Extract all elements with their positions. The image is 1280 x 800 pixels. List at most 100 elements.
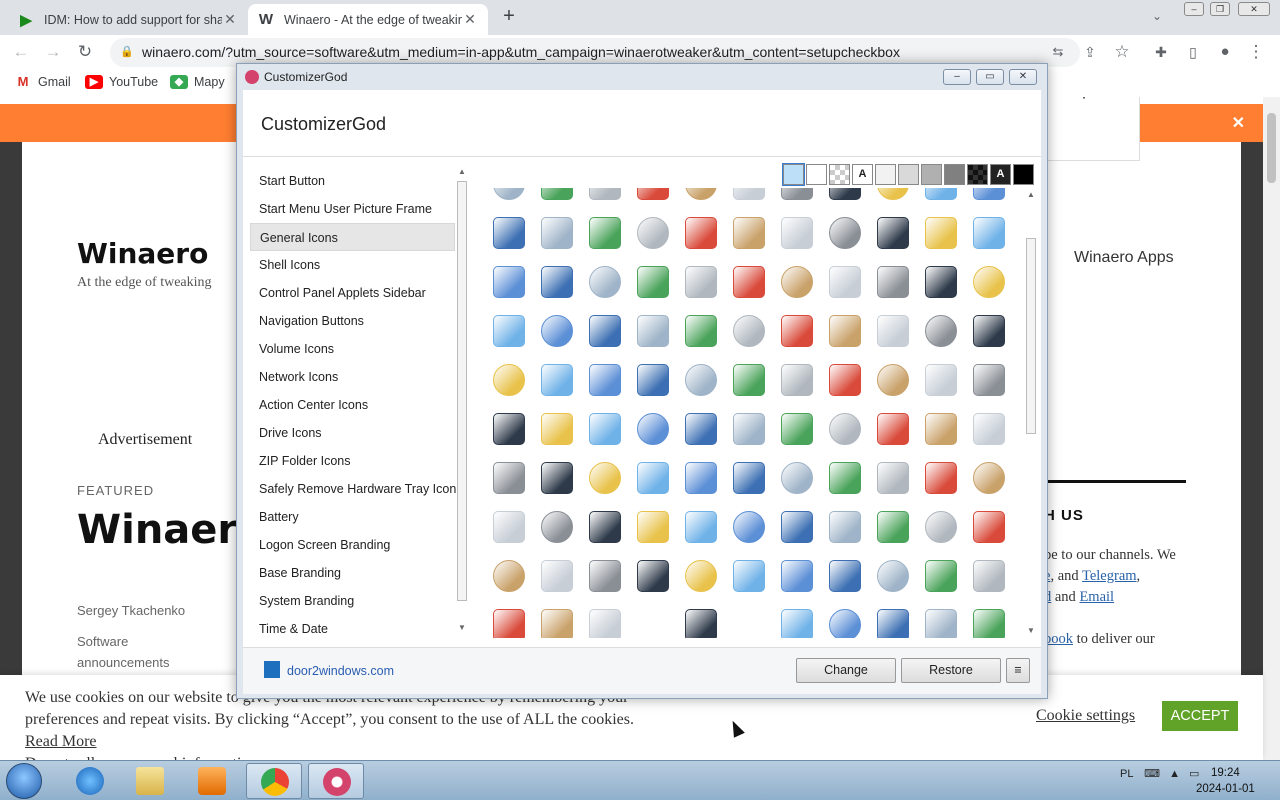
tab-search-icon[interactable]: ⌄ — [1152, 9, 1162, 23]
tray-expand-icon[interactable]: ▲ — [1169, 768, 1180, 780]
bookmark-youtube[interactable]: ▶ YouTube — [85, 75, 158, 89]
taskbar-media[interactable] — [184, 763, 240, 799]
tab-idm[interactable]: ▶ IDM: How to add support for sha ✕ — [8, 4, 248, 35]
swatch[interactable] — [1013, 164, 1034, 185]
scroll-thumb[interactable] — [1267, 113, 1276, 183]
icon-tile[interactable] — [829, 560, 861, 592]
icon-tile[interactable] — [733, 462, 765, 494]
bookmark-gmail[interactable]: M Gmail — [14, 75, 71, 89]
icon-tile[interactable] — [781, 364, 813, 396]
icon-tile[interactable] — [781, 315, 813, 347]
icon-tile[interactable] — [733, 188, 765, 200]
icon-tile[interactable] — [877, 462, 909, 494]
category-item[interactable]: Drive Icons — [250, 419, 455, 447]
icon-tile[interactable] — [637, 315, 669, 347]
icon-tile[interactable] — [733, 217, 765, 249]
icon-tile[interactable] — [877, 511, 909, 543]
icon-tile[interactable] — [829, 217, 861, 249]
icon-tile[interactable] — [973, 560, 1005, 592]
restore-button[interactable]: Restore — [901, 658, 1001, 683]
icon-tile[interactable] — [493, 315, 525, 347]
icon-tile[interactable] — [493, 511, 525, 543]
category-item[interactable]: Battery — [250, 503, 455, 531]
icon-tile[interactable] — [925, 217, 957, 249]
swatch[interactable] — [967, 164, 988, 185]
icon-tile[interactable] — [973, 217, 1005, 249]
icon-tile[interactable] — [541, 188, 573, 200]
popup-close-icon[interactable]: ✕ — [1106, 97, 1123, 104]
icon-tile[interactable] — [589, 364, 621, 396]
icon-tile[interactable] — [637, 266, 669, 298]
icon-tile[interactable] — [829, 364, 861, 396]
taskbar-customizergod[interactable] — [308, 763, 364, 799]
icon-tile[interactable] — [685, 364, 717, 396]
icon-tile[interactable] — [637, 364, 669, 396]
close-tab-icon[interactable]: ✕ — [462, 11, 478, 28]
translate-icon[interactable]: ⇆ — [1047, 41, 1069, 63]
icon-tile[interactable] — [973, 462, 1005, 494]
icon-tile[interactable] — [685, 511, 717, 543]
icon-tile[interactable] — [589, 315, 621, 347]
icon-tile[interactable] — [685, 462, 717, 494]
facebook-link[interactable]: book — [1044, 631, 1073, 647]
icon-tile[interactable] — [637, 462, 669, 494]
swatch[interactable] — [921, 164, 942, 185]
icon-tile[interactable] — [781, 413, 813, 445]
icon-tile[interactable] — [637, 217, 669, 249]
icon-tile[interactable] — [733, 511, 765, 543]
app-maximize-button[interactable]: ▭ — [976, 69, 1004, 85]
icon-tile[interactable] — [589, 462, 621, 494]
read-more-link[interactable]: Read More — [25, 733, 97, 750]
icon-tile[interactable] — [829, 188, 861, 200]
menu-dots-icon[interactable]: ⋮ — [1245, 41, 1267, 63]
icon-tile[interactable] — [877, 364, 909, 396]
close-banner-icon[interactable]: ✕ — [1232, 113, 1245, 133]
category-item[interactable]: Network Icons — [250, 363, 455, 391]
icon-tile[interactable] — [541, 560, 573, 592]
icon-tile[interactable] — [973, 315, 1005, 347]
icon-tile[interactable] — [973, 266, 1005, 298]
icon-tile[interactable] — [781, 560, 813, 592]
icon-tile[interactable] — [829, 266, 861, 298]
category-item[interactable]: Safely Remove Hardware Tray Icon — [250, 475, 456, 503]
restore-button[interactable]: ❐ — [1210, 2, 1230, 16]
swatch[interactable]: A — [852, 164, 873, 185]
minimize-button[interactable]: – — [1184, 2, 1204, 16]
scroll-up-icon[interactable]: ▲ — [1027, 190, 1035, 199]
icon-tile[interactable] — [925, 364, 957, 396]
profile-icon[interactable]: ● — [1214, 41, 1236, 63]
icon-tile[interactable] — [493, 266, 525, 298]
icon-scroll-thumb[interactable] — [1026, 238, 1036, 434]
icon-tile[interactable] — [685, 609, 717, 638]
category-item[interactable]: Navigation Buttons — [250, 307, 455, 335]
category-item[interactable]: Action Center Icons — [250, 391, 455, 419]
forward-icon[interactable]: → — [42, 41, 64, 63]
icon-tile[interactable] — [493, 560, 525, 592]
icon-tile[interactable] — [733, 266, 765, 298]
icon-tile[interactable] — [829, 511, 861, 543]
category-item[interactable]: General Icons — [250, 223, 455, 251]
icon-tile[interactable] — [733, 315, 765, 347]
icon-tile[interactable] — [973, 511, 1005, 543]
language-indicator[interactable]: PL — [1120, 768, 1133, 780]
sidebar-icon[interactable]: ▯ — [1182, 41, 1204, 63]
icon-grid-scrollbar[interactable]: ▲ ▼ — [1025, 188, 1037, 638]
bookmark-mapy[interactable]: ◆ Mapy — [170, 75, 225, 89]
category-item[interactable]: Start Button — [250, 167, 455, 195]
category-link[interactable]: Software announcements — [77, 631, 217, 673]
icon-tile[interactable] — [733, 413, 765, 445]
icon-tile[interactable] — [541, 413, 573, 445]
app-minimize-button[interactable]: – — [943, 69, 971, 85]
icon-tile[interactable] — [925, 188, 957, 200]
taskbar-clock[interactable]: 19:24 2024-01-01 — [1196, 765, 1255, 797]
accept-cookies-button[interactable]: ACCEPT — [1162, 701, 1238, 731]
icon-tile[interactable] — [877, 315, 909, 347]
swatch[interactable] — [782, 163, 805, 186]
site-name[interactable]: Winaero — [77, 237, 208, 270]
icon-tile[interactable] — [781, 462, 813, 494]
category-item[interactable]: Logon Screen Branding — [250, 531, 455, 559]
icon-tile[interactable] — [733, 364, 765, 396]
popup-menu-icon[interactable]: ⋮ — [1076, 97, 1092, 102]
icon-tile[interactable] — [925, 266, 957, 298]
category-item[interactable]: Time & Date — [250, 615, 455, 643]
